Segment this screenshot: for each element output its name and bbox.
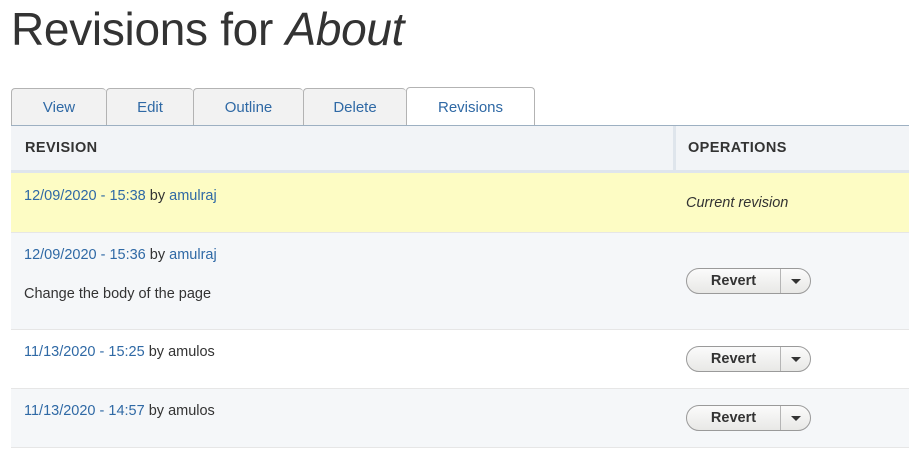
- revision-by-text: by: [148, 344, 165, 360]
- tabs: View Edit Outline Delete Revisions: [11, 87, 535, 126]
- chevron-down-icon: [790, 415, 801, 421]
- table-header: REVISION OPERATIONS: [11, 126, 909, 173]
- revision-author-link[interactable]: amulraj: [169, 247, 217, 263]
- revision-meta: 11/13/2020 - 14:57 by amulos: [24, 403, 215, 419]
- revision-meta: 12/09/2020 - 15:36 by amulraj: [24, 247, 217, 263]
- header-operations: OPERATIONS: [688, 140, 787, 156]
- revision-by-text: by: [149, 247, 166, 263]
- revert-dropbutton: Revert: [686, 268, 811, 294]
- revision-meta: 12/09/2020 - 15:38 by amulraj: [24, 188, 217, 204]
- chevron-down-icon: [790, 356, 801, 362]
- revision-date-link[interactable]: 11/13/2020 - 14:57: [24, 403, 145, 419]
- header-revision: REVISION: [25, 140, 98, 156]
- revision-date-link[interactable]: 12/09/2020 - 15:38: [24, 188, 146, 204]
- header-divider: [673, 126, 676, 173]
- revision-author-link[interactable]: amulraj: [169, 188, 217, 204]
- table-row: 12/09/2020 - 15:36 by amulraj Change the…: [11, 233, 909, 330]
- revision-by-text: by: [148, 403, 165, 419]
- revisions-table: REVISION OPERATIONS 12/09/2020 - 15:38 b…: [11, 125, 909, 451]
- revert-button[interactable]: Revert: [687, 269, 781, 293]
- revision-date-link[interactable]: 12/09/2020 - 15:36: [24, 247, 146, 263]
- dropbutton-toggle[interactable]: [781, 406, 810, 430]
- chevron-down-icon: [790, 278, 801, 284]
- page-title-node: About: [285, 3, 405, 55]
- revert-dropbutton: Revert: [686, 405, 811, 431]
- tab-view[interactable]: View: [11, 88, 106, 126]
- revert-dropbutton: Revert: [686, 346, 811, 372]
- revision-date-link[interactable]: 11/13/2020 - 15:25: [24, 344, 145, 360]
- revision-author: amulos: [168, 344, 215, 360]
- revision-by-text: by: [149, 188, 166, 204]
- current-revision-label: Current revision: [686, 195, 789, 211]
- revision-log-message: Change the body of the page: [24, 286, 212, 302]
- table-row: 11/13/2020 - 14:57 by amulos Revert: [11, 389, 909, 448]
- revert-button[interactable]: Revert: [687, 347, 781, 371]
- tab-delete[interactable]: Delete: [303, 88, 406, 126]
- revision-meta: 11/13/2020 - 15:25 by amulos: [24, 344, 215, 360]
- tab-revisions[interactable]: Revisions: [406, 87, 535, 126]
- table-row: 11/13/2020 - 15:25 by amulos Revert: [11, 330, 909, 389]
- page-title: Revisions for About: [11, 2, 404, 56]
- tab-outline[interactable]: Outline: [193, 88, 303, 126]
- dropbutton-toggle[interactable]: [781, 269, 810, 293]
- revert-button[interactable]: Revert: [687, 406, 781, 430]
- tab-edit[interactable]: Edit: [106, 88, 193, 126]
- table-row-current: 12/09/2020 - 15:38 by amulraj Current re…: [11, 173, 909, 233]
- revision-author: amulos: [168, 403, 215, 419]
- dropbutton-toggle[interactable]: [781, 347, 810, 371]
- page-title-prefix: Revisions for: [11, 3, 286, 55]
